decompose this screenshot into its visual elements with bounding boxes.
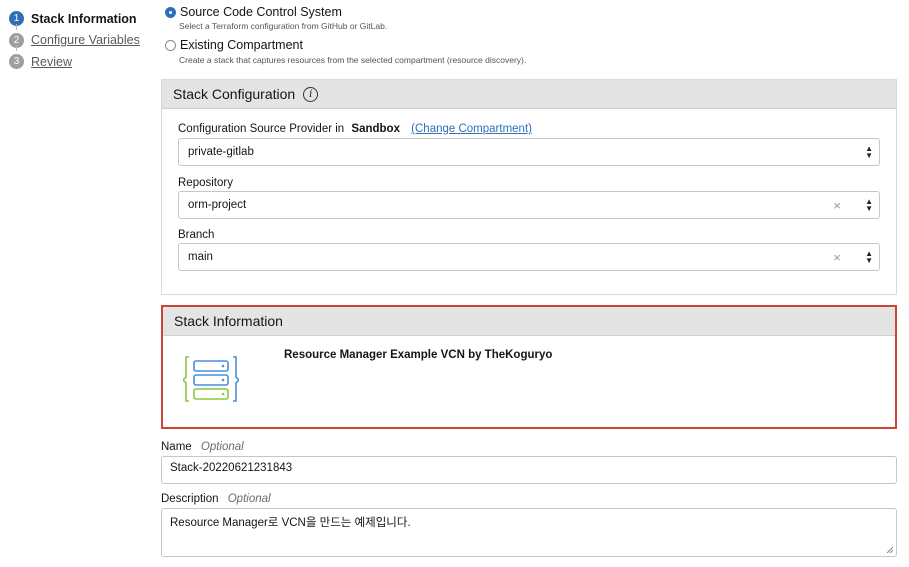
clear-icon[interactable]: × (833, 250, 841, 265)
field-label: Configuration Source Provider in (178, 123, 345, 135)
updown-icon: ▲ ▼ (865, 197, 873, 213)
radio-button[interactable] (165, 6, 176, 18)
field-label: Name (161, 441, 192, 453)
step-stack-information[interactable]: 1 Stack Information (9, 8, 149, 30)
step-label[interactable]: Review (31, 55, 72, 69)
branch-label: Branch (178, 229, 215, 241)
step-number: 3 (9, 54, 24, 70)
repository-label: Repository (178, 177, 233, 189)
panel-title: Stack Configuration (173, 86, 296, 102)
provider-select[interactable]: private-gitlab ▲ ▼ (178, 138, 880, 166)
optional-hint: Optional (227, 493, 271, 505)
optional-hint: Optional (200, 441, 244, 453)
branch-select[interactable]: main × ▲ ▼ (178, 243, 880, 271)
provider-label-row: Configuration Source Provider in Sandbox… (178, 123, 532, 135)
updown-icon: ▲ ▼ (865, 144, 873, 160)
name-input[interactable]: Stack-20220621231843 (161, 456, 897, 484)
radio-button[interactable] (165, 39, 176, 51)
compartment-name: Sandbox (351, 123, 400, 135)
description-textarea[interactable]: Resource Manager로 VCN을 만드는 예제입니다. (161, 508, 897, 557)
field-label: Description (161, 493, 219, 505)
stack-server-icon (183, 356, 239, 402)
info-icon[interactable]: i (303, 86, 319, 102)
step-review[interactable]: 3 Review (9, 51, 149, 73)
step-connector (16, 45, 17, 51)
updown-icon: ▲ ▼ (865, 249, 873, 265)
name-label-row: Name Optional (161, 441, 244, 453)
clear-icon[interactable]: × (833, 198, 841, 213)
step-label[interactable]: Configure Variables (31, 33, 140, 47)
wizard-steps: 1 Stack Information 2 Configure Variable… (9, 8, 149, 73)
radio-description: Create a stack that captures resources f… (179, 55, 527, 65)
stack-information-panel: Stack Information Resource Manager Examp… (161, 305, 897, 429)
input-value: Stack-20220621231843 (170, 462, 293, 474)
repository-select[interactable]: orm-project × ▲ ▼ (178, 191, 880, 219)
panel-header: Stack Configuration i (162, 80, 896, 109)
step-label: Stack Information (31, 11, 137, 26)
select-value: private-gitlab (188, 146, 254, 158)
radio-source-code-control[interactable]: Source Code Control System (165, 5, 342, 19)
change-compartment-link[interactable]: (Change Compartment) (411, 123, 532, 135)
select-value: main (188, 251, 213, 263)
input-value: Resource Manager로 VCN을 만드는 예제입니다. (170, 517, 411, 529)
stack-name: Resource Manager Example VCN by TheKogur… (284, 349, 553, 361)
stack-configuration-panel: Stack Configuration i Configuration Sour… (161, 79, 897, 295)
radio-label: Source Code Control System (180, 5, 342, 19)
select-value: orm-project (188, 199, 247, 211)
step-configure-variables[interactable]: 2 Configure Variables (9, 30, 149, 52)
radio-label: Existing Compartment (180, 38, 303, 52)
panel-header: Stack Information (163, 307, 895, 336)
radio-existing-compartment[interactable]: Existing Compartment (165, 38, 303, 52)
panel-title: Stack Information (174, 313, 283, 329)
radio-description: Select a Terraform configuration from Gi… (179, 21, 388, 31)
description-label-row: Description Optional (161, 493, 271, 505)
resize-grip-icon[interactable] (886, 546, 893, 553)
step-connector (16, 24, 17, 30)
